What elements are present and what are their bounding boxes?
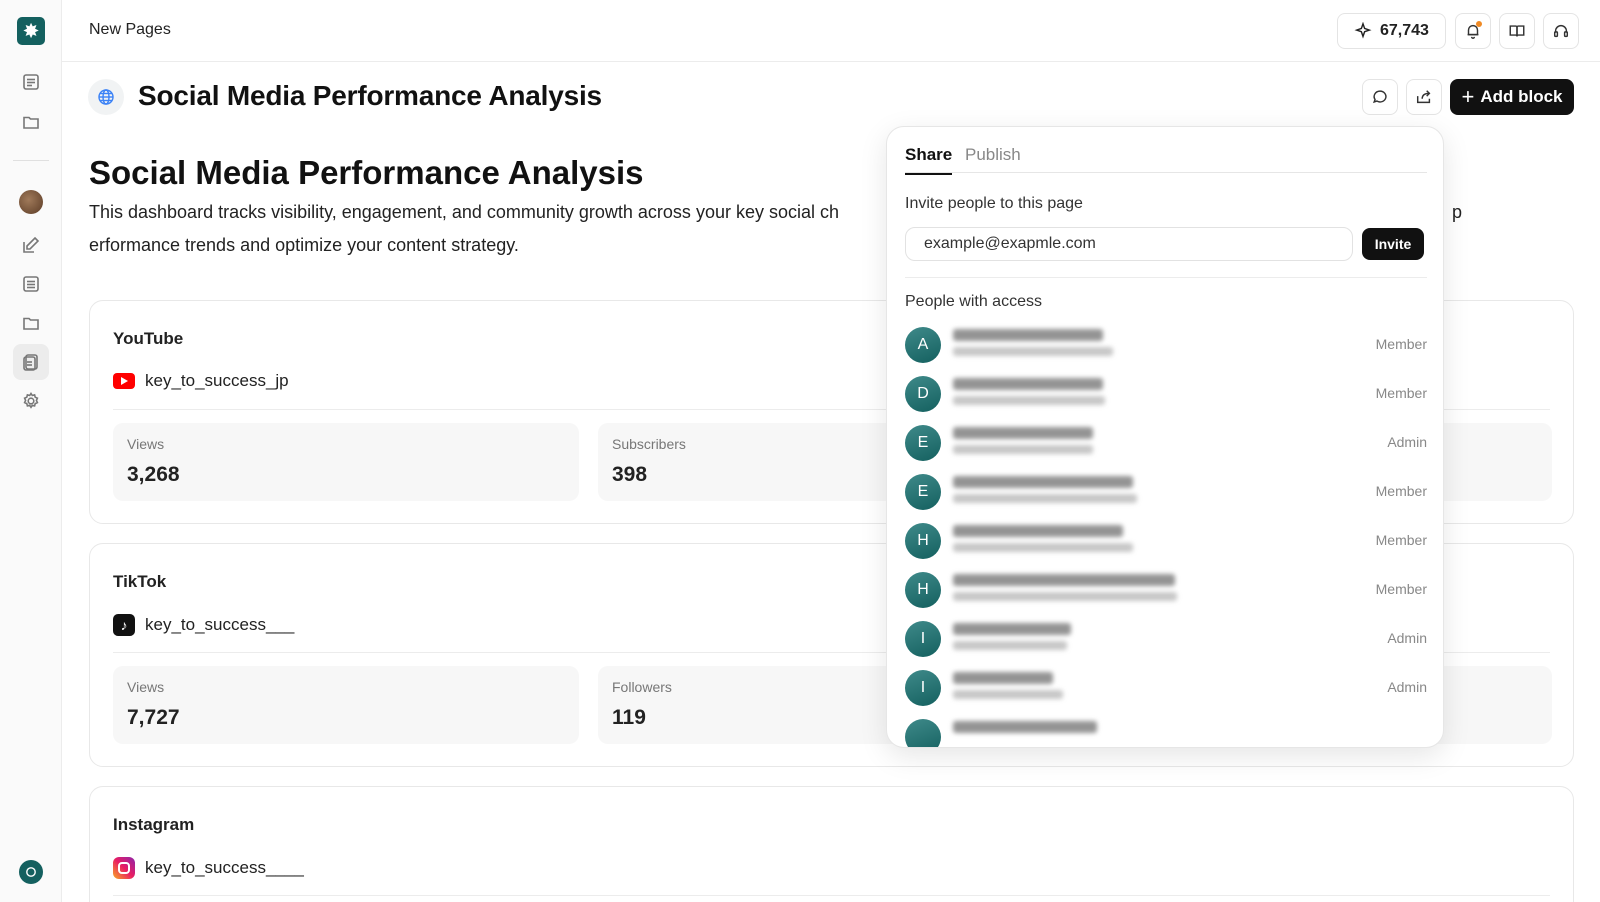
role-select[interactable]: Member (1376, 385, 1427, 401)
avatar: E (905, 425, 941, 461)
avatar: H (905, 572, 941, 608)
description-line-2: erformance trends and optimize your cont… (89, 235, 519, 255)
role-select[interactable]: Member (1376, 336, 1427, 352)
plus-icon: + (1461, 84, 1475, 109)
handle-text: key_to_success____ (145, 858, 304, 877)
person-row[interactable]: A Member (905, 327, 1427, 376)
avatar: I (905, 670, 941, 706)
app-logo-icon[interactable]: ✸ (17, 17, 45, 45)
instagram-logo-icon (113, 857, 135, 879)
settings-gear-icon[interactable] (13, 383, 49, 419)
stat-views: Views 3,268 (113, 423, 579, 501)
credits-value: 67,743 (1380, 22, 1429, 39)
folder-icon[interactable] (13, 104, 49, 140)
help-badge-icon[interactable] (19, 860, 43, 884)
edit-icon[interactable] (13, 227, 49, 263)
notifications-bell-icon[interactable] (1455, 13, 1491, 49)
redacted-identity (953, 329, 1113, 356)
workspace-avatar[interactable] (19, 190, 43, 214)
redacted-identity (953, 721, 1097, 733)
description-line-1: This dashboard tracks visibility, engage… (89, 202, 839, 222)
youtube-logo-icon (113, 373, 135, 389)
documents-icon[interactable] (13, 344, 49, 380)
comment-icon[interactable] (1362, 79, 1398, 115)
redacted-identity (953, 476, 1137, 503)
tiktok-logo-icon: ♪ (113, 614, 135, 636)
redacted-identity (953, 427, 1093, 454)
redacted-identity (953, 623, 1071, 650)
document-list-icon[interactable] (13, 64, 49, 100)
avatar (905, 719, 941, 747)
add-block-button[interactable]: + Add block (1450, 79, 1574, 115)
card-title: YouTube (113, 329, 184, 348)
person-row[interactable]: D Member (905, 376, 1427, 425)
share-tabs: Share Publish (905, 145, 1427, 175)
role-select[interactable]: Member (1376, 483, 1427, 499)
stat-label: Views (127, 679, 165, 695)
document-heading: Social Media Performance Analysis (89, 154, 644, 191)
role-select[interactable]: Admin (1387, 630, 1427, 646)
redacted-identity (953, 574, 1177, 601)
card-title: TikTok (113, 572, 167, 591)
invite-button[interactable]: Invite (1362, 228, 1424, 260)
person-row[interactable]: I Admin (905, 621, 1427, 670)
handle-text: key_to_success_jp (145, 371, 289, 390)
description-line-1-tail: p (1452, 202, 1463, 222)
channel-handle[interactable]: key_to_success_jp (113, 371, 289, 391)
person-row[interactable]: I Admin (905, 670, 1427, 719)
breadcrumb[interactable]: New Pages (89, 21, 171, 39)
stat-value: 3,268 (127, 463, 180, 486)
tab-publish[interactable]: Publish (965, 145, 1021, 173)
person-row[interactable]: E Admin (905, 425, 1427, 474)
sparkle-icon (1354, 22, 1372, 39)
card-divider (113, 895, 1550, 896)
redacted-identity (953, 672, 1063, 699)
channel-handle[interactable]: ♪ key_to_success___ (113, 614, 294, 636)
people-access-label: People with access (905, 293, 1042, 310)
docs-book-icon[interactable] (1499, 13, 1535, 49)
avatar: A (905, 327, 941, 363)
share-icon[interactable] (1406, 79, 1442, 115)
share-popover: Share Publish Invite people to this page… (886, 126, 1444, 748)
sidebar-divider (13, 160, 49, 161)
top-bar: New Pages 67,743 (62, 0, 1600, 62)
stat-label: Views (127, 436, 165, 452)
role-select[interactable]: Member (1376, 581, 1427, 597)
invite-email-input[interactable] (905, 227, 1353, 261)
role-select[interactable]: Member (1376, 532, 1427, 548)
channel-handle[interactable]: key_to_success____ (113, 857, 304, 879)
invite-label: Invite people to this page (905, 195, 1083, 212)
person-row[interactable]: H Member (905, 523, 1427, 572)
avatar: E (905, 474, 941, 510)
support-headset-icon[interactable] (1543, 13, 1579, 49)
avatar: D (905, 376, 941, 412)
tab-share[interactable]: Share (905, 145, 953, 175)
role-select[interactable]: Admin (1387, 434, 1427, 450)
pages-list-icon[interactable] (13, 266, 49, 302)
stat-value: 7,727 (127, 706, 180, 729)
redacted-identity (953, 378, 1105, 405)
person-row[interactable]: E Member (905, 474, 1427, 523)
notification-dot (1476, 21, 1482, 27)
person-row[interactable]: H Member (905, 572, 1427, 621)
add-block-label: Add block (1480, 87, 1563, 106)
page-title[interactable]: Social Media Performance Analysis (138, 80, 602, 112)
avatar: I (905, 621, 941, 657)
page-globe-icon[interactable] (88, 79, 124, 115)
popover-divider (905, 277, 1427, 278)
files-folder-icon[interactable] (13, 305, 49, 341)
card-title: Instagram (113, 815, 195, 834)
redacted-identity (953, 525, 1133, 552)
instagram-card: Instagram key_to_success____ (89, 786, 1574, 902)
stat-views: Views 7,727 (113, 666, 579, 744)
role-select[interactable]: Admin (1387, 679, 1427, 695)
people-list: A Member D Member E Admin E Member H Mem… (905, 327, 1427, 747)
handle-text: key_to_success___ (145, 615, 295, 634)
credits-counter[interactable]: 67,743 (1337, 13, 1446, 49)
sidebar: ✸ (0, 0, 62, 902)
person-row[interactable] (905, 719, 1427, 747)
avatar: H (905, 523, 941, 559)
